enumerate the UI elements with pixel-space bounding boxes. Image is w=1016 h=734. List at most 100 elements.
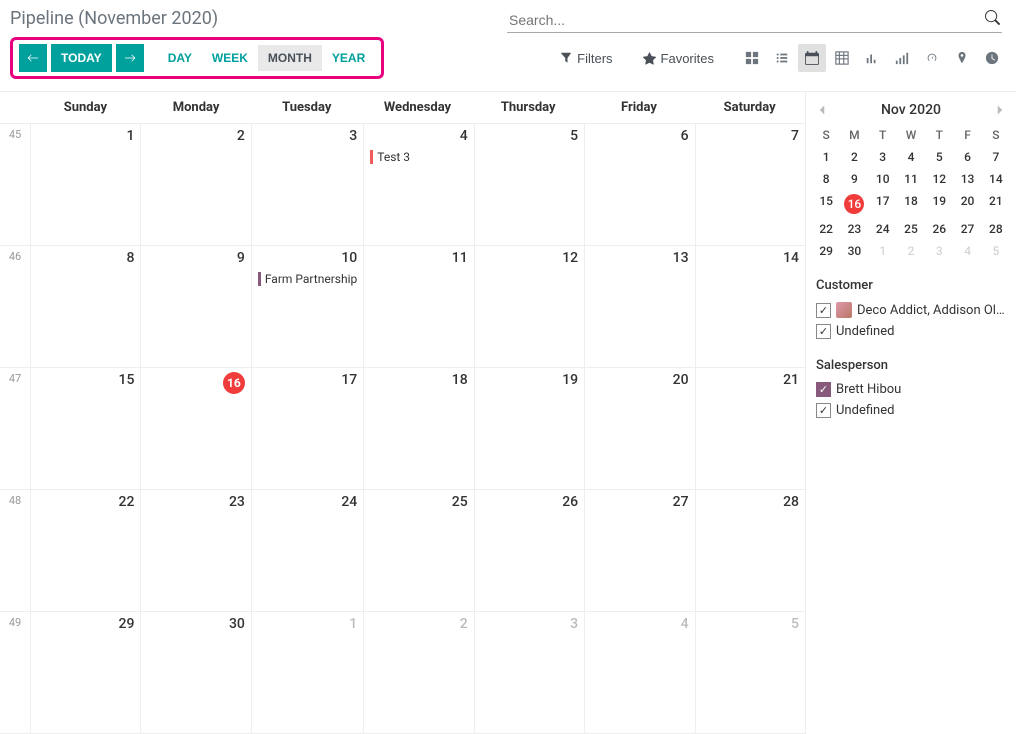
day-cell[interactable]: 23	[140, 490, 250, 612]
day-cell[interactable]: 28	[695, 490, 805, 612]
cohort-view-icon[interactable]	[888, 44, 916, 72]
mini-day[interactable]: 5	[925, 146, 953, 168]
day-cell[interactable]: 2	[140, 124, 250, 246]
mini-day[interactable]: 5	[982, 240, 1010, 262]
map-view-icon[interactable]	[948, 44, 976, 72]
search-input[interactable]	[507, 8, 1002, 33]
mini-prev-icon[interactable]	[816, 104, 828, 116]
day-cell[interactable]: 29	[30, 612, 140, 734]
day-cell[interactable]: 1	[251, 612, 363, 734]
day-cell[interactable]: 3	[474, 612, 584, 734]
day-cell[interactable]: 18	[363, 368, 473, 490]
mini-day[interactable]: 20	[953, 190, 981, 218]
view-day[interactable]: DAY	[158, 45, 202, 71]
day-cell[interactable]: 19	[474, 368, 584, 490]
mini-day[interactable]: 1	[869, 240, 897, 262]
mini-day[interactable]: 29	[812, 240, 840, 262]
day-cell[interactable]: 8	[30, 246, 140, 368]
mini-day[interactable]: 14	[982, 168, 1010, 190]
salesperson-filter-item[interactable]: ✓Undefined	[816, 400, 1006, 421]
mini-next-icon[interactable]	[994, 104, 1006, 116]
day-cell[interactable]: 24	[251, 490, 363, 612]
kanban-view-icon[interactable]	[738, 44, 766, 72]
day-cell[interactable]: 17	[251, 368, 363, 490]
mini-day[interactable]: 15	[812, 190, 840, 218]
day-number: 29	[37, 616, 134, 632]
mini-day[interactable]: 7	[982, 146, 1010, 168]
mini-day[interactable]: 13	[953, 168, 981, 190]
day-cell[interactable]: 2	[363, 612, 473, 734]
calendar-event[interactable]: Test 3	[370, 150, 467, 164]
mini-day[interactable]: 22	[812, 218, 840, 240]
customer-filter-item[interactable]: ✓Undefined	[816, 321, 1006, 342]
day-cell[interactable]: 13	[584, 246, 694, 368]
day-cell[interactable]: 6	[584, 124, 694, 246]
graph-view-icon[interactable]	[858, 44, 886, 72]
mini-day[interactable]: 12	[925, 168, 953, 190]
mini-day[interactable]: 6	[953, 146, 981, 168]
mini-day[interactable]: 1	[812, 146, 840, 168]
mini-day[interactable]: 17	[869, 190, 897, 218]
day-cell[interactable]: 20	[584, 368, 694, 490]
day-cell[interactable]: 25	[363, 490, 473, 612]
mini-day[interactable]: 9	[840, 168, 868, 190]
day-cell[interactable]: 12	[474, 246, 584, 368]
mini-day[interactable]: 2	[897, 240, 925, 262]
salesperson-filter-item[interactable]: ✓Brett Hibou	[816, 379, 1006, 400]
mini-day[interactable]: 3	[869, 146, 897, 168]
mini-day[interactable]: 8	[812, 168, 840, 190]
activity-view-icon[interactable]	[978, 44, 1006, 72]
next-button[interactable]	[116, 44, 144, 72]
day-cell[interactable]: 9	[140, 246, 250, 368]
dashboard-view-icon[interactable]	[918, 44, 946, 72]
calendar-view-icon[interactable]	[798, 44, 826, 72]
mini-day[interactable]: 16	[840, 190, 868, 218]
mini-day[interactable]: 19	[925, 190, 953, 218]
day-cell[interactable]: 27	[584, 490, 694, 612]
day-cell[interactable]: 4Test 3	[363, 124, 473, 246]
today-button[interactable]: TODAY	[51, 44, 112, 72]
mini-day[interactable]: 23	[840, 218, 868, 240]
day-cell[interactable]: 15	[30, 368, 140, 490]
customer-filter-item[interactable]: ✓Deco Addict, Addison Ol…	[816, 299, 1006, 321]
day-cell[interactable]: 26	[474, 490, 584, 612]
day-cell[interactable]: 21	[695, 368, 805, 490]
day-cell[interactable]: 16	[140, 368, 250, 490]
mini-day[interactable]: 28	[982, 218, 1010, 240]
mini-day[interactable]: 4	[897, 146, 925, 168]
mini-day[interactable]: 18	[897, 190, 925, 218]
day-cell[interactable]: 3	[251, 124, 363, 246]
mini-day[interactable]: 27	[953, 218, 981, 240]
day-number: 21	[702, 372, 799, 388]
mini-day[interactable]: 25	[897, 218, 925, 240]
mini-day[interactable]: 24	[869, 218, 897, 240]
day-cell[interactable]: 30	[140, 612, 250, 734]
day-cell[interactable]: 5	[474, 124, 584, 246]
day-cell[interactable]: 1	[30, 124, 140, 246]
filters-button[interactable]: Filters	[554, 50, 618, 67]
view-week[interactable]: WEEK	[202, 45, 258, 71]
day-cell[interactable]: 11	[363, 246, 473, 368]
pivot-view-icon[interactable]	[828, 44, 856, 72]
day-cell[interactable]: 7	[695, 124, 805, 246]
view-month[interactable]: MONTH	[258, 45, 322, 71]
day-cell[interactable]: 22	[30, 490, 140, 612]
prev-button[interactable]	[19, 44, 47, 72]
mini-day[interactable]: 21	[982, 190, 1010, 218]
calendar-event[interactable]: Farm Partnership	[258, 272, 357, 286]
view-year[interactable]: YEAR	[322, 45, 375, 71]
day-cell[interactable]: 14	[695, 246, 805, 368]
mini-day[interactable]: 3	[925, 240, 953, 262]
mini-day[interactable]: 10	[869, 168, 897, 190]
mini-day[interactable]: 30	[840, 240, 868, 262]
list-view-icon[interactable]	[768, 44, 796, 72]
day-cell[interactable]: 4	[584, 612, 694, 734]
mini-day[interactable]: 11	[897, 168, 925, 190]
day-cell[interactable]: 10Farm Partnership	[251, 246, 363, 368]
mini-day[interactable]: 26	[925, 218, 953, 240]
mini-day[interactable]: 4	[953, 240, 981, 262]
day-cell[interactable]: 5	[695, 612, 805, 734]
mini-day[interactable]: 2	[840, 146, 868, 168]
favorites-button[interactable]: Favorites	[637, 50, 720, 67]
search-icon[interactable]	[985, 10, 1000, 25]
